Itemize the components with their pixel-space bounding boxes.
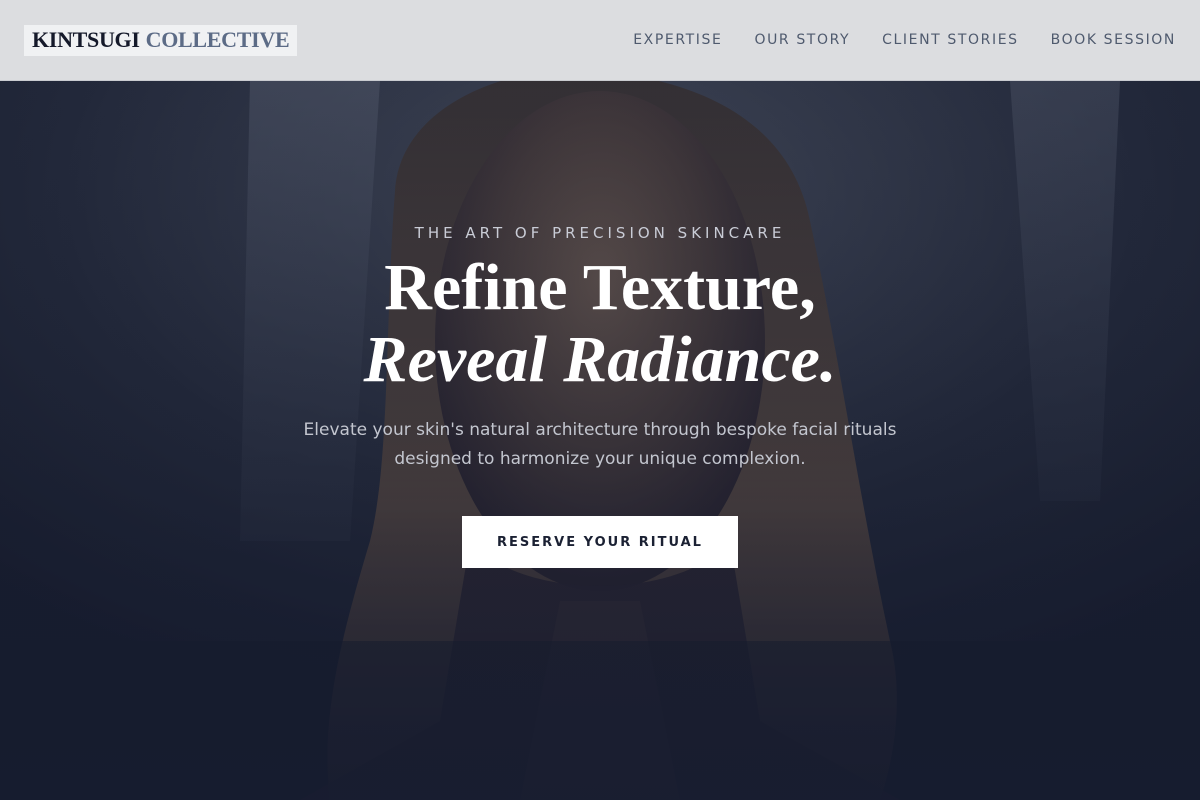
hero-content: THE ART OF PRECISION SKINCARE Refine Tex… xyxy=(0,81,1200,800)
headline-line-1: Refine Texture, xyxy=(384,251,816,324)
brand-logo[interactable]: KINTSUGI COLLECTIVE xyxy=(24,24,298,56)
hero-subtitle: Elevate your skin's natural architecture… xyxy=(303,420,897,469)
headline-line-2: Reveal Radiance. xyxy=(363,323,837,396)
hero-section: THE ART OF PRECISION SKINCARE Refine Tex… xyxy=(0,81,1200,800)
hero-headline: Refine Texture, Reveal Radiance. xyxy=(364,252,837,396)
brand-name-part2: COLLECTIVE xyxy=(145,26,290,52)
nav-link-book-session[interactable]: BOOK SESSION xyxy=(1051,32,1176,48)
main-nav: EXPERTISE OUR STORY CLIENT STORIES BOOK … xyxy=(601,32,1176,48)
site-header: KINTSUGI COLLECTIVE EXPERTISE OUR STORY … xyxy=(0,0,1200,81)
nav-link-our-story[interactable]: OUR STORY xyxy=(754,32,850,48)
page: KINTSUGI COLLECTIVE EXPERTISE OUR STORY … xyxy=(0,0,1200,800)
hero-eyebrow: THE ART OF PRECISION SKINCARE xyxy=(414,224,786,242)
nav-link-expertise[interactable]: EXPERTISE xyxy=(633,32,722,48)
nav-link-client-stories[interactable]: CLIENT STORIES xyxy=(882,32,1018,48)
reserve-ritual-button[interactable]: RESERVE YOUR RITUAL xyxy=(462,516,738,568)
brand-name-part1: KINTSUGI xyxy=(32,26,140,52)
